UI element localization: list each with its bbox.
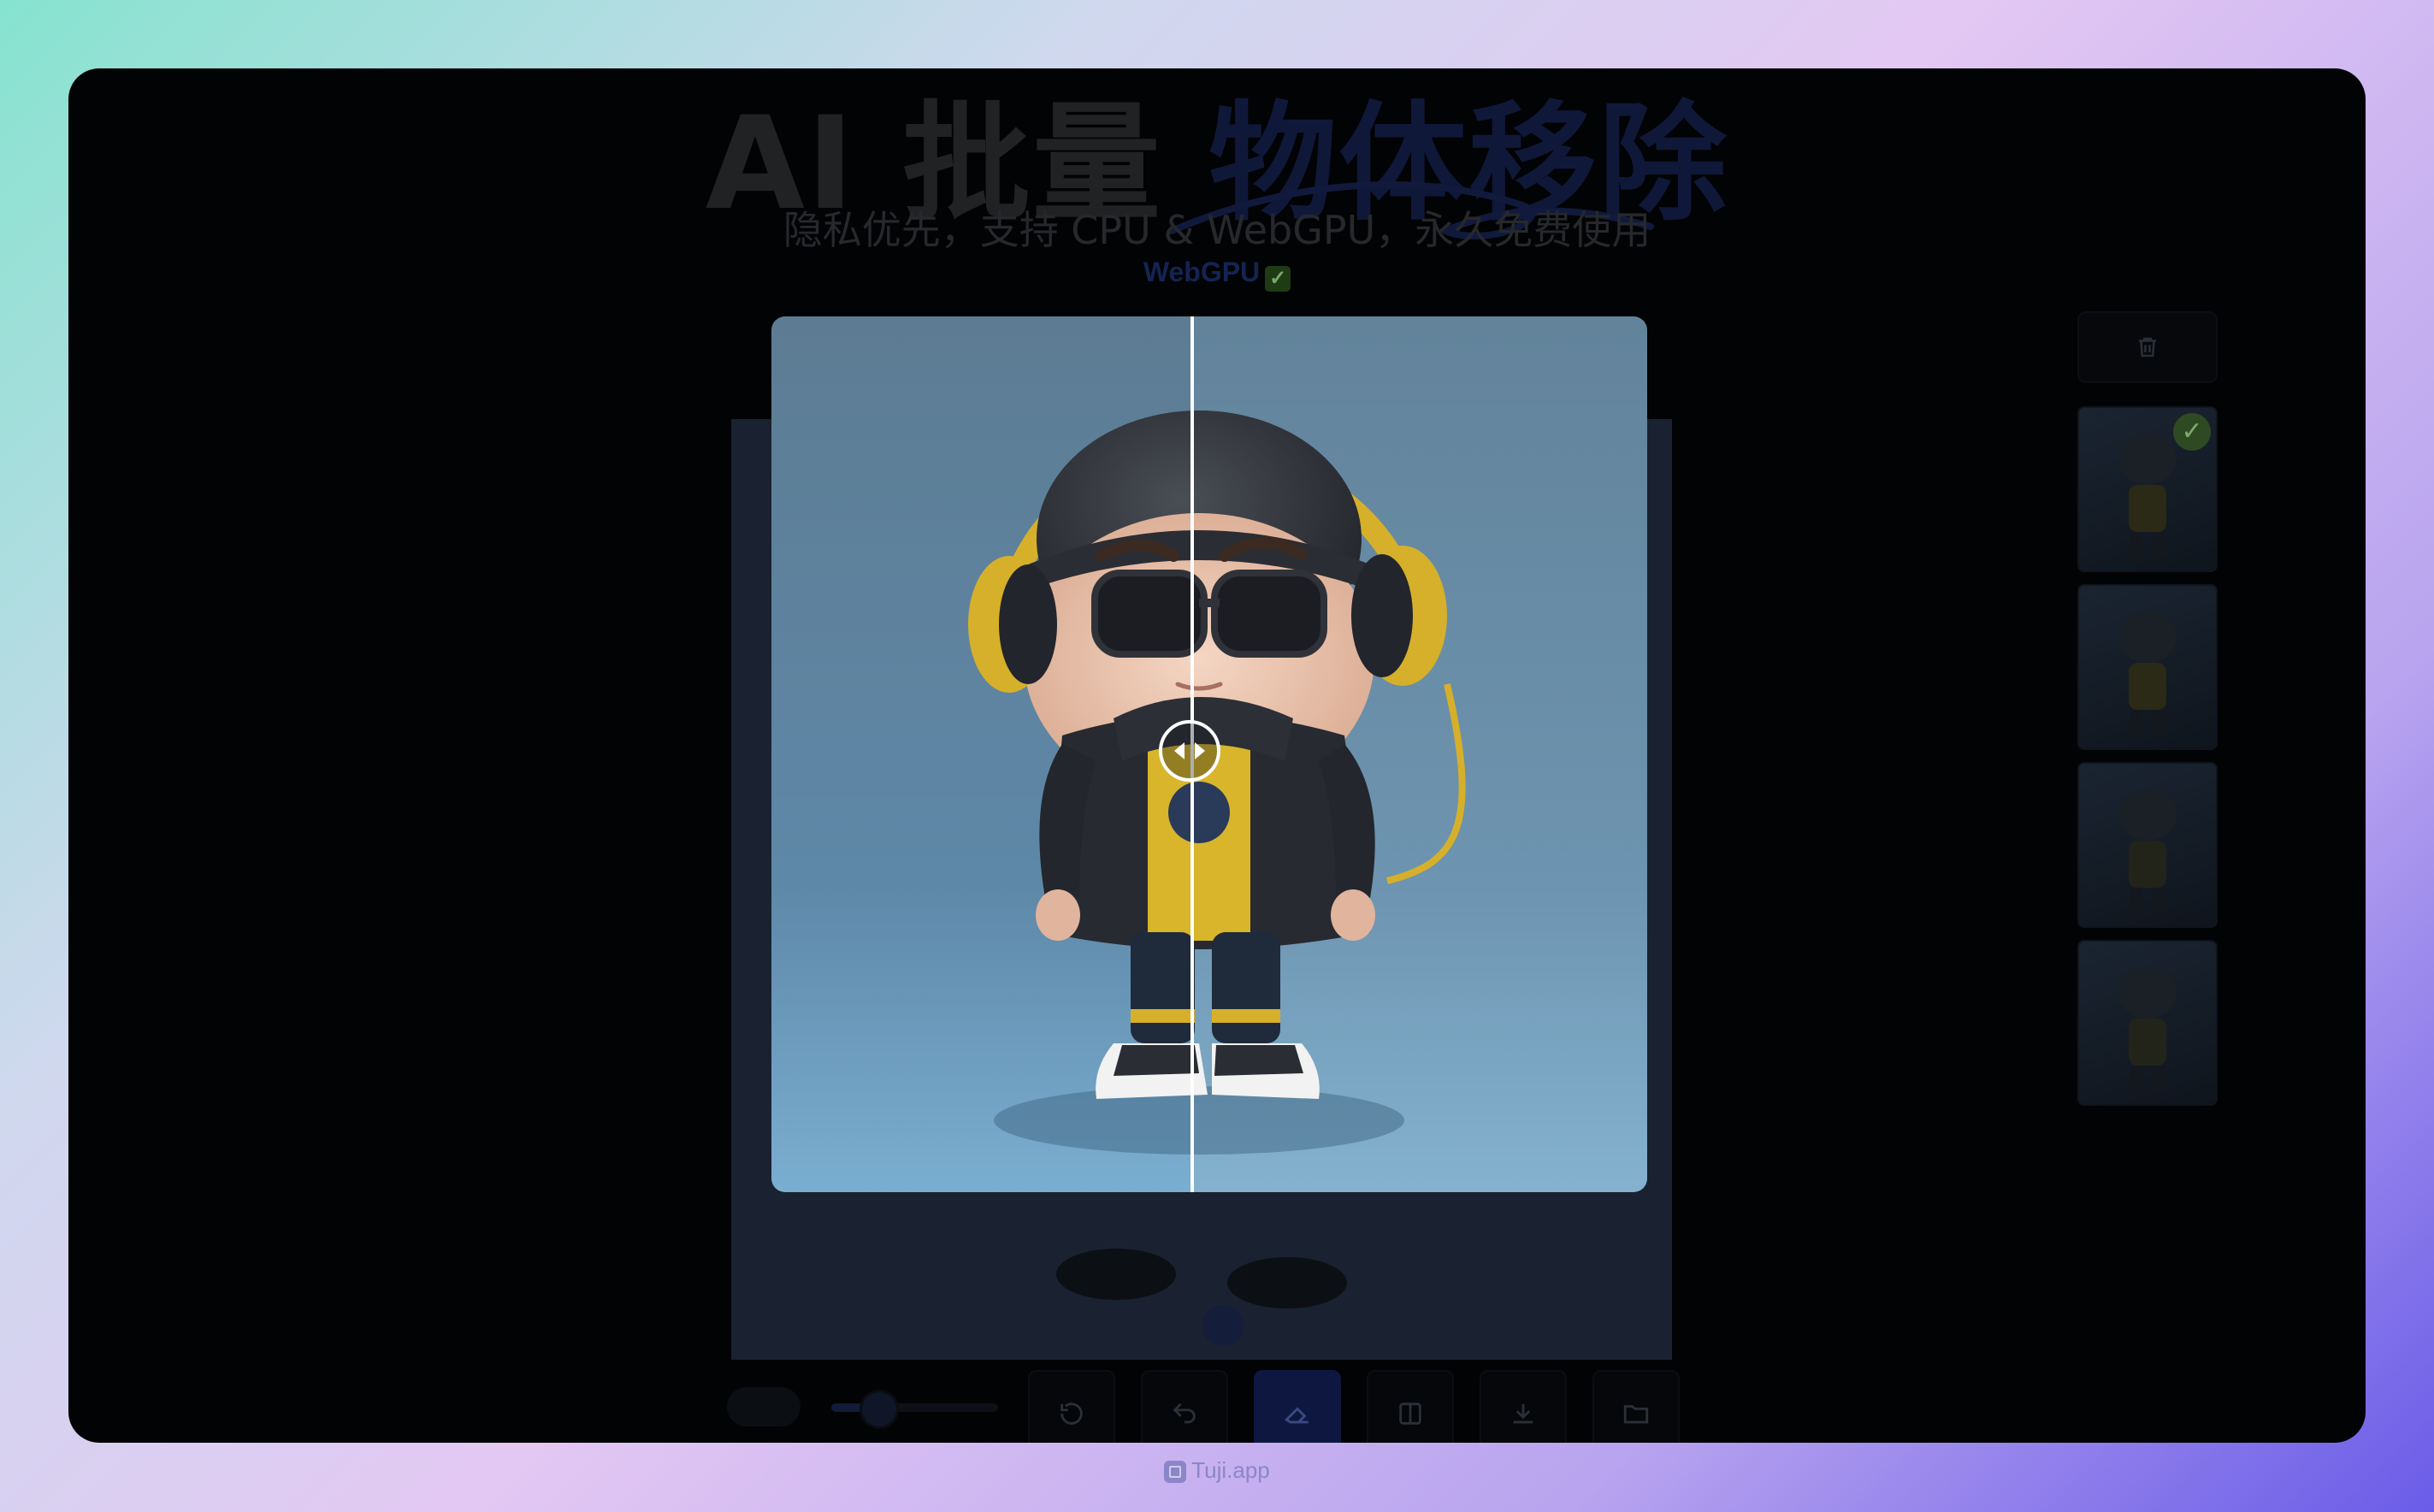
download-icon: [1513, 1403, 1533, 1424]
thumbnail-4[interactable]: [2077, 940, 2218, 1106]
check-icon: ✓: [1265, 266, 1291, 292]
save-folder-icon: [1623, 1405, 1649, 1424]
delete-all-button[interactable]: [2077, 311, 2218, 383]
save-folder-button[interactable]: [1592, 1370, 1680, 1443]
thumbnail-3[interactable]: [2077, 762, 2218, 928]
compare-icon: [1399, 1403, 1421, 1425]
thumbnail-1[interactable]: ✓: [2077, 406, 2218, 572]
thumbnail-image: [2118, 611, 2177, 735]
webgpu-label: WebGPU: [1143, 257, 1261, 287]
webgpu-status-badge: WebGPU ✓: [68, 257, 2366, 292]
download-button[interactable]: [1480, 1370, 1567, 1443]
undo-button[interactable]: [1141, 1370, 1228, 1443]
footer-brand: Tuji.app: [0, 1457, 2434, 1484]
thumbnail-image: [2118, 967, 2177, 1091]
mode-toggle[interactable]: [727, 1387, 801, 1426]
trash-icon: [2139, 337, 2156, 357]
undo-icon: [1173, 1403, 1196, 1424]
editor-toolbar: [68, 1370, 2366, 1443]
reset-button[interactable]: [1028, 1370, 1115, 1443]
reset-icon: [1060, 1403, 1083, 1425]
selected-check-icon: ✓: [2173, 413, 2211, 451]
tuji-logo-icon: [1164, 1461, 1187, 1483]
thumbnail-2[interactable]: [2077, 584, 2218, 750]
page-subtitle: 隐私优先，支持 CPU & WebGPU，永久免费使用: [783, 207, 1651, 253]
app-window: AI 批量 物体移除 隐私优先，支持 CPU & WebGPU，永久免费使用 W…: [68, 68, 2366, 1443]
brand-label: Tuji.app: [1191, 1457, 1270, 1483]
compare-button[interactable]: [1367, 1370, 1454, 1443]
comparison-handle[interactable]: [1159, 720, 1220, 782]
brush-size-handle[interactable]: [860, 1390, 899, 1429]
thumbnail-image: [2118, 789, 2177, 913]
before-after-comparison[interactable]: [771, 316, 1647, 1192]
eraser-button[interactable]: [1254, 1370, 1341, 1443]
eraser-icon: [1285, 1407, 1309, 1424]
left-right-arrows-icon: [1174, 742, 1205, 759]
